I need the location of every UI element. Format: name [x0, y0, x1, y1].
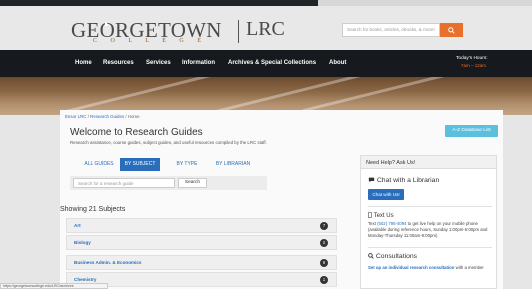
main-content: Ensor LRC / Research Guides / Home Welco…	[60, 110, 503, 289]
nav-archives[interactable]: Archives & Special Collections	[228, 60, 316, 66]
nav-information[interactable]: Information	[182, 60, 215, 66]
subject-label[interactable]: Business Admin. & Economics	[74, 260, 141, 265]
help-sidebar: Need Help? Ask Us! Chat with a Librarian…	[360, 155, 497, 289]
consultations-body: Set up an individual research consultati…	[368, 265, 494, 270]
subjects-heading: Showing 21 Subjects	[60, 206, 126, 213]
tab-all-guides[interactable]: ALL GUIDES	[80, 158, 118, 171]
text-us-pre: Text	[368, 221, 376, 226]
text-us-number[interactable]: (502) 795-4094	[377, 221, 406, 226]
site-search-button[interactable]	[440, 23, 463, 37]
divider	[368, 247, 492, 248]
guide-search-bar: Search for a research guide Search	[70, 176, 267, 190]
divider	[368, 206, 492, 207]
page-title: Welcome to Research Guides	[70, 127, 203, 138]
site-header: GEORGETOWN C O L L E G E LRC Search for …	[0, 6, 532, 50]
speech-bubble-icon	[368, 177, 375, 183]
page-subtitle: Research assistance, course guides, subj…	[70, 140, 267, 145]
breadcrumb-home: Home	[127, 114, 140, 119]
subject-count-badge: 6	[320, 259, 328, 267]
help-panel: Chat with a Librarian Chat with Us! Text…	[360, 169, 497, 289]
browser-status-bar: https://georgetowncollege.edu/LRC/archiv…	[0, 283, 108, 289]
chat-title: Chat with a Librarian	[368, 177, 439, 184]
nav-resources[interactable]: Resources	[103, 60, 134, 66]
tab-by-librarian[interactable]: BY LIBRARIAN	[210, 158, 256, 171]
nav-about[interactable]: About	[329, 60, 346, 66]
consultation-rest: with a member	[455, 265, 484, 270]
subject-row[interactable]: Art 7	[66, 218, 337, 233]
tab-by-subject[interactable]: BY SUBJECT	[120, 158, 160, 171]
logo-lrc: LRC	[246, 18, 285, 40]
subject-label[interactable]: Art	[74, 223, 81, 228]
hours-value: 7am – 12am	[461, 63, 487, 68]
site-search-input[interactable]: Search for books, articles, ebooks, & mo…	[342, 23, 440, 37]
search-icon	[448, 26, 455, 34]
guide-search-input[interactable]: Search for a research guide	[73, 178, 175, 188]
search-icon	[368, 253, 374, 259]
subject-row[interactable]: Biology 2	[66, 235, 337, 250]
subject-count-badge: 1	[320, 276, 328, 284]
guide-search-button[interactable]: Search	[178, 178, 207, 188]
logo-divider	[238, 20, 239, 43]
breadcrumb: Ensor LRC / Research Guides / Home	[65, 114, 140, 119]
text-us-title-text: Text Us	[373, 213, 394, 219]
hours-label: Today's Hours:	[456, 56, 488, 61]
subject-label[interactable]: Chemistry	[74, 277, 96, 282]
chat-with-us-button[interactable]: Chat with Us!	[368, 189, 404, 200]
nav-services[interactable]: Services	[146, 60, 171, 66]
breadcrumb-ensor-lrc[interactable]: Ensor LRC	[65, 114, 86, 119]
logo-college: C O L L E G E	[93, 38, 207, 44]
subject-row[interactable]: Business Admin. & Economics 6	[66, 255, 337, 270]
main-nav: Home Resources Services Information Arch…	[0, 50, 532, 77]
breadcrumb-research-guides[interactable]: Research Guides	[90, 114, 124, 119]
consultation-link[interactable]: Set up an individual research consultati…	[368, 265, 454, 270]
nav-home[interactable]: Home	[75, 60, 92, 66]
consultations-title: Consultations	[368, 253, 417, 260]
chat-title-text: Chat with a Librarian	[376, 177, 440, 184]
subject-label[interactable]: Biology	[74, 240, 91, 245]
subject-count-badge: 7	[320, 222, 328, 230]
tab-by-type[interactable]: BY TYPE	[168, 158, 206, 171]
subject-count-badge: 2	[320, 239, 328, 247]
text-us-title: Text Us	[368, 212, 394, 219]
az-database-list-button[interactable]: A-Z Database List	[445, 125, 498, 137]
help-heading: Need Help? Ask Us!	[360, 155, 497, 169]
mobile-phone-icon	[368, 212, 372, 218]
text-us-body: Text (502) 795-4094 to get live help on …	[368, 221, 494, 239]
consultations-title-text: Consultations	[375, 253, 418, 260]
